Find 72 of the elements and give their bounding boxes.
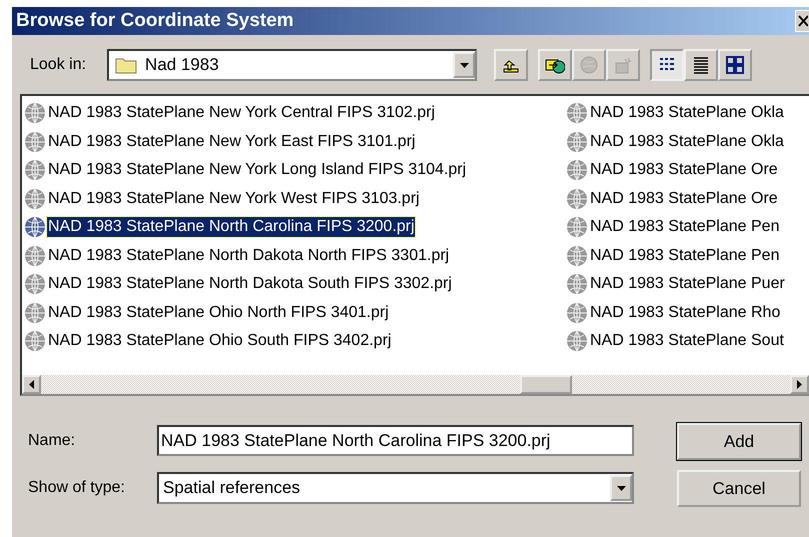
scroll-left-button[interactable] [22, 375, 41, 394]
toolbar-button[interactable] [650, 49, 684, 81]
add-button[interactable]: Add [677, 423, 801, 460]
type-value: Spatial references [163, 478, 300, 498]
globe-folder-icon [546, 60, 566, 74]
file-item[interactable]: NAD 1983 StatePlane New York Central FIPS 3102.prj [47, 103, 436, 124]
globe-file-icon [24, 302, 46, 324]
globe-icon [580, 56, 598, 74]
details-view-icon [693, 57, 709, 74]
toolbar-button[interactable] [718, 49, 752, 81]
globe-file-icon [566, 330, 588, 352]
globe-file-icon [24, 273, 46, 296]
globe-file-icon [24, 188, 46, 210]
caret-icon [616, 486, 626, 490]
file-item[interactable]: NAD 1983 StatePlane Okla [589, 103, 785, 124]
globe-file-icon [24, 330, 46, 352]
file-item[interactable]: NAD 1983 StatePlane Sout [589, 331, 785, 352]
file-item[interactable]: NAD 1983 StatePlane Ore [589, 188, 779, 209]
file-item[interactable]: NAD 1983 StatePlane Ohio South FIPS 3402.prj [47, 331, 392, 352]
caret-icon [460, 62, 469, 68]
globe-file-icon [566, 188, 588, 210]
name-label: Name: [28, 432, 76, 450]
file-item[interactable]: NAD 1983 StatePlane North Dakota North FIPS 3301.prj [47, 246, 450, 266]
file-item[interactable]: NAD 1983 StatePlane North Dakota South FIPS 3302.prj [47, 274, 453, 294]
left-arrow-icon [29, 380, 34, 389]
new-item-icon [616, 58, 632, 74]
name-field[interactable]: NAD 1983 StatePlane North Carolina FIPS 3200.prj [157, 425, 634, 456]
globe-file-icon [566, 130, 588, 153]
globe-file-icon [566, 244, 588, 267]
window-title: Browse for Coordinate System [16, 10, 294, 32]
close-button[interactable] [795, 10, 809, 32]
file-item[interactable]: NAD 1983 StatePlane Ohio North FIPS 3401.prj [47, 302, 390, 323]
file-item[interactable]: NAD 1983 StatePlane Puer [589, 274, 786, 294]
type-dropdown[interactable]: Spatial references [157, 472, 634, 504]
globe-file-icon [566, 102, 588, 124]
type-label: Show of type: [28, 479, 126, 497]
up-folder-icon [504, 60, 519, 72]
globe-file-icon [24, 130, 46, 153]
globe-file-icon [24, 244, 46, 267]
scroll-right-button[interactable] [790, 375, 809, 394]
file-item[interactable]: NAD 1983 StatePlane North Carolina FIPS 3200.prj [47, 217, 416, 238]
look-in-value: Nad 1983 [145, 55, 219, 75]
right-arrow-icon [797, 380, 802, 389]
globe-file-icon [566, 302, 588, 324]
toolbar-button[interactable] [684, 49, 718, 81]
file-item[interactable]: NAD 1983 StatePlane New York Long Island FIPS 3104.prj [47, 160, 468, 180]
globe-file-icon [566, 273, 588, 296]
file-item[interactable]: NAD 1983 StatePlane Ore [589, 160, 779, 180]
toolbar-button[interactable] [494, 49, 528, 81]
folder-icon [115, 56, 138, 74]
globe-file-icon [566, 216, 588, 238]
globe-file-icon [566, 159, 588, 182]
list-view-icon [659, 58, 676, 70]
dropdown-button[interactable] [453, 52, 476, 78]
globe-file-icon [24, 102, 46, 124]
look-in-dropdown[interactable]: Nad 1983 [107, 49, 478, 81]
toolbar-button[interactable] [538, 49, 572, 81]
globe-file-icon [24, 216, 46, 238]
file-item[interactable]: NAD 1983 StatePlane Pen [589, 217, 780, 238]
file-item[interactable]: NAD 1983 StatePlane Rho [589, 302, 782, 323]
cancel-button[interactable]: Cancel [677, 470, 801, 507]
file-item[interactable]: NAD 1983 StatePlane Okla [589, 132, 785, 152]
file-item[interactable]: NAD 1983 StatePlane New York West FIPS 3103.prj [47, 188, 420, 209]
file-item[interactable]: NAD 1983 StatePlane Pen [589, 246, 780, 266]
file-item[interactable]: NAD 1983 StatePlane New York East FIPS 3101.prj [47, 132, 416, 152]
look-in-label: Look in: [30, 56, 86, 74]
scroll-thumb[interactable] [520, 375, 572, 394]
close-icon [798, 15, 808, 27]
horizontal-scrollbar[interactable] [22, 375, 809, 394]
dropdown-button[interactable] [610, 475, 632, 501]
globe-file-icon [24, 159, 46, 182]
icons-view-icon [726, 56, 744, 74]
